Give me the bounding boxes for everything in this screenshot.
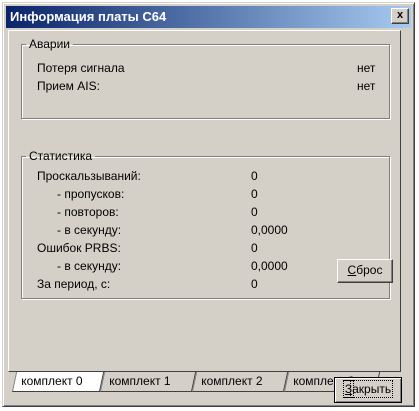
tab-page-panel: Аварии Потеря сигнала нет Прием AIS: нет…	[8, 30, 401, 372]
stat-skips-label: - пропусков:	[57, 187, 125, 201]
tab-set-0[interactable]: комплект 0	[11, 372, 105, 392]
alarms-legend: Аварии	[29, 37, 70, 51]
close-icon: x	[396, 9, 404, 21]
window-title: Информация платы С64	[10, 9, 167, 24]
tab-set-0-label: комплект 0	[21, 374, 83, 388]
stat-slips-value: 0	[251, 169, 258, 183]
stat-prbs-errors-value: 0	[251, 241, 258, 255]
stat-slips-per-second-label: - в секунду:	[57, 223, 122, 237]
stat-repeats-value: 0	[251, 205, 258, 219]
stat-prbs-errors-label: Ошибок PRBS:	[37, 241, 121, 255]
tab-set-1-label: комплект 1	[109, 374, 171, 388]
close-button[interactable]: Закрыть	[334, 377, 402, 403]
tab-set-2-label: комплект 2	[201, 374, 263, 388]
tab-set-2[interactable]: комплект 2	[191, 372, 289, 392]
stat-skips-value: 0	[251, 187, 258, 201]
stat-period-label: За период, с:	[37, 277, 111, 291]
alarm-ais-label: Прием AIS:	[37, 79, 100, 93]
stat-errors-per-second-label: - в секунду:	[57, 259, 122, 273]
close-button-label: акрыть	[350, 380, 394, 398]
stat-repeats-label: - повторов:	[57, 205, 119, 219]
reset-button-label: брос	[356, 263, 383, 277]
reset-button-accel: С	[347, 263, 357, 277]
tab-set-1[interactable]: комплект 1	[99, 372, 197, 392]
alarm-ais-value: нет	[357, 79, 376, 93]
statistics-legend: Статистика	[29, 149, 93, 163]
alarm-signal-loss-value: нет	[357, 61, 376, 75]
close-window-button[interactable]: x	[391, 8, 409, 24]
stat-period-value: 0	[251, 277, 258, 291]
reset-button[interactable]: Сброс	[337, 259, 393, 283]
stat-slips-per-second-value: 0,0000	[251, 223, 288, 237]
stat-errors-per-second-value: 0,0000	[251, 259, 288, 273]
alarms-group: Аварии	[21, 37, 390, 119]
title-bar[interactable]: Информация платы С64 x	[6, 6, 411, 28]
stat-slips-label: Проскальзываний:	[37, 169, 141, 183]
alarm-signal-loss-label: Потеря сигнала	[37, 61, 125, 75]
